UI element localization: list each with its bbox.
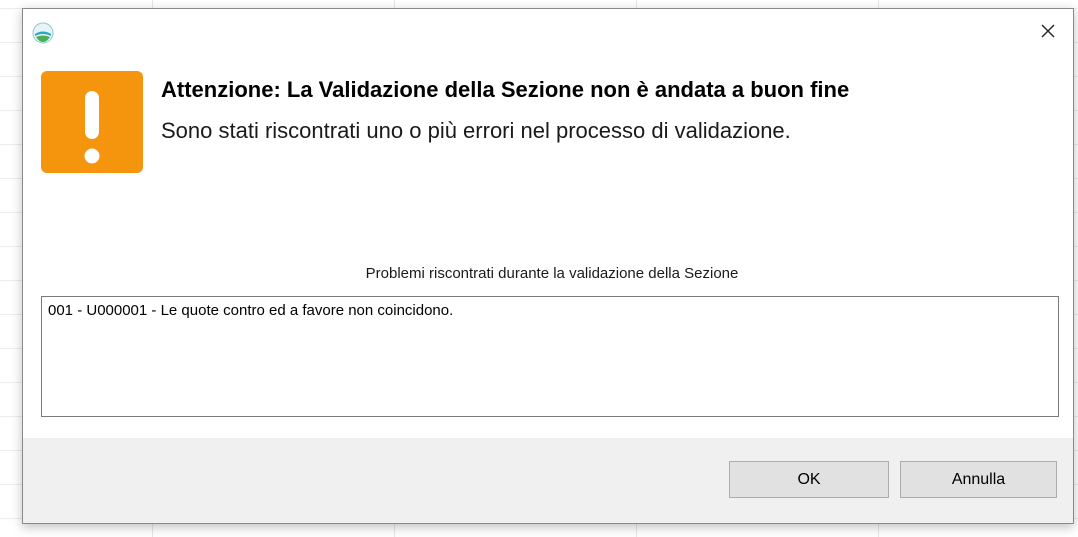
ok-button[interactable]: OK xyxy=(729,461,889,498)
close-icon xyxy=(1040,23,1056,44)
dialog-title: Attenzione: La Validazione della Sezione… xyxy=(161,77,850,102)
app-logo-icon xyxy=(31,21,55,45)
problem-item[interactable]: 001 - U000001 - Le quote contro ed a fav… xyxy=(48,302,1052,319)
warning-exclamation-icon xyxy=(41,71,143,173)
close-button[interactable] xyxy=(1027,15,1069,51)
validation-error-dialog: Attenzione: La Validazione della Sezione… xyxy=(22,8,1074,524)
dialog-footer: OK Annulla xyxy=(23,438,1073,523)
dialog-subtitle: Sono stati riscontrati uno o più errori … xyxy=(161,118,791,143)
problems-label: Problemi riscontrati durante la validazi… xyxy=(365,265,739,282)
cancel-button[interactable]: Annulla xyxy=(900,461,1057,498)
problems-list[interactable]: 001 - U000001 - Le quote contro ed a fav… xyxy=(41,296,1059,417)
